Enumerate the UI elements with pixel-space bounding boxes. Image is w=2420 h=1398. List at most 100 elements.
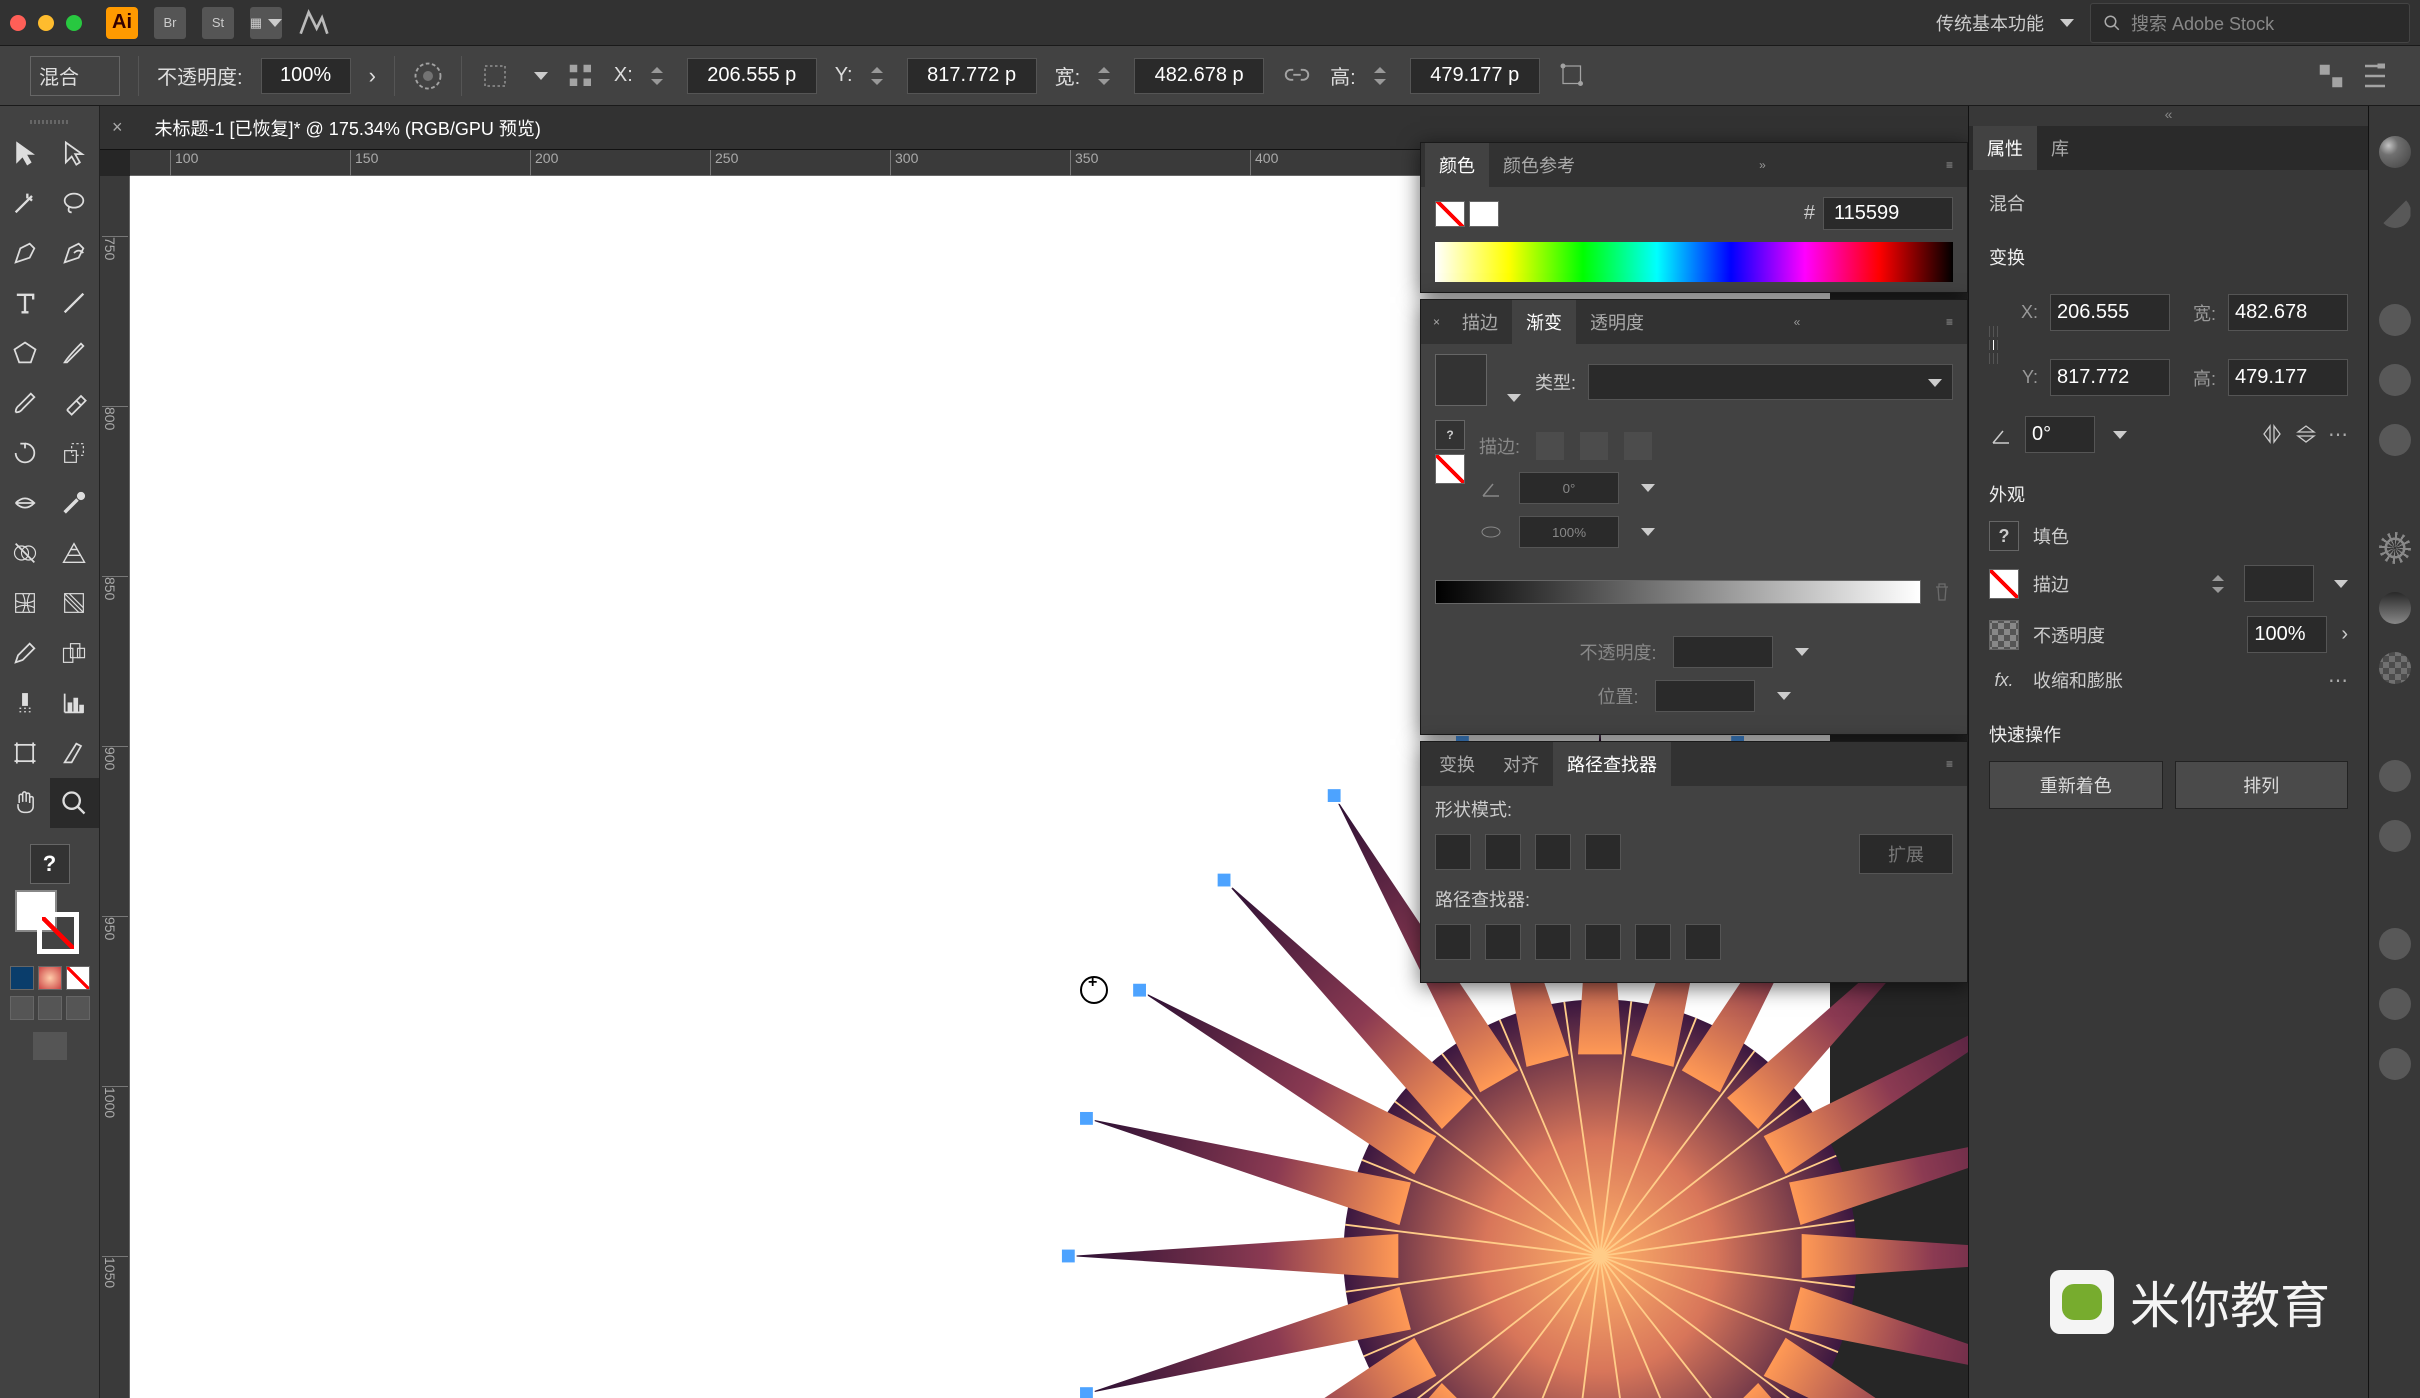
gradient-stroke-none[interactable] xyxy=(1435,454,1465,484)
delete-stop-icon[interactable] xyxy=(1931,581,1953,603)
close-window-button[interactable] xyxy=(10,15,26,31)
gradient-panel-icon[interactable] xyxy=(2379,592,2411,624)
color-spectrum[interactable] xyxy=(1435,242,1953,282)
trim-button[interactable] xyxy=(1485,924,1521,960)
tab-color[interactable]: 颜色 xyxy=(1425,143,1489,187)
free-transform-tool[interactable] xyxy=(50,478,100,528)
angle-chevron-icon[interactable] xyxy=(1641,484,1655,492)
opacity-input[interactable] xyxy=(261,58,351,94)
prop-x-input[interactable] xyxy=(2050,294,2170,331)
stroke-mode-3-icon[interactable] xyxy=(1624,432,1652,460)
stroke-mode-2-icon[interactable] xyxy=(1580,432,1608,460)
lasso-tool[interactable] xyxy=(50,178,100,228)
fx-icon[interactable]: fx. xyxy=(1989,670,2019,691)
stroke-panel-icon[interactable] xyxy=(2379,532,2411,564)
stop-opacity-input[interactable] xyxy=(1673,636,1773,668)
eyedropper-tool[interactable] xyxy=(0,628,50,678)
magic-wand-tool[interactable] xyxy=(0,178,50,228)
artboards-panel-icon[interactable] xyxy=(2379,1048,2411,1080)
prop-angle-input[interactable] xyxy=(2025,416,2095,453)
stroke-swatch[interactable] xyxy=(1989,569,2019,599)
intersect-button[interactable] xyxy=(1535,834,1571,870)
opacity-chevron-icon[interactable]: › xyxy=(2341,623,2348,646)
color-mode-swatches[interactable] xyxy=(10,966,90,990)
bridge-icon[interactable]: Br xyxy=(154,7,186,39)
panel-collapse-icon[interactable]: » xyxy=(1749,158,1776,172)
close-tab-button[interactable]: × xyxy=(100,117,135,138)
hex-input[interactable] xyxy=(1823,197,1953,230)
recolor-button[interactable]: 重新着色 xyxy=(1989,761,2163,809)
gradient-aspect-input[interactable] xyxy=(1519,516,1619,548)
hidden-char-toggle[interactable]: ? xyxy=(30,844,70,884)
tab-properties[interactable]: 属性 xyxy=(1973,126,2037,170)
h-stepper[interactable] xyxy=(1374,58,1392,94)
prop-opacity-input[interactable] xyxy=(2247,616,2327,653)
y-stepper[interactable] xyxy=(871,58,889,94)
expand-button[interactable]: 扩展 xyxy=(1859,834,1953,874)
stock-icon[interactable]: St xyxy=(202,7,234,39)
panel-collapse-icon[interactable]: « xyxy=(1784,315,1811,329)
width-tool[interactable] xyxy=(0,478,50,528)
asset-export-icon[interactable] xyxy=(2379,988,2411,1020)
prefs-icon[interactable] xyxy=(2360,61,2390,91)
eraser-tool[interactable] xyxy=(50,378,100,428)
zoom-tool[interactable] xyxy=(50,778,100,828)
tab-gradient[interactable]: 渐变 xyxy=(1512,300,1576,344)
reference-point-grid[interactable] xyxy=(1989,326,1998,364)
panel-menu-icon[interactable]: ≡ xyxy=(1936,757,1963,771)
artboard-tool[interactable] xyxy=(0,728,50,778)
snap-pixel-icon[interactable] xyxy=(2316,61,2346,91)
brushes-panel-icon[interactable] xyxy=(2379,364,2411,396)
stroke-mode-1-icon[interactable] xyxy=(1536,432,1564,460)
arrange-button[interactable]: 排列 xyxy=(2175,761,2349,809)
panel-menu-icon[interactable]: ≡ xyxy=(1936,315,1963,329)
align-icon[interactable] xyxy=(566,61,596,91)
tab-align[interactable]: 对齐 xyxy=(1489,742,1553,786)
x-stepper[interactable] xyxy=(651,58,669,94)
prop-h-input[interactable] xyxy=(2228,359,2348,396)
swatches-panel-icon[interactable] xyxy=(2379,304,2411,336)
prop-y-input[interactable] xyxy=(2050,359,2170,396)
symbol-spray-tool[interactable] xyxy=(0,678,50,728)
hand-tool[interactable] xyxy=(0,778,50,828)
tab-transform[interactable]: 变换 xyxy=(1425,742,1489,786)
more-appearance-icon[interactable]: ⋯ xyxy=(2328,668,2348,693)
outline-button[interactable] xyxy=(1635,924,1671,960)
flip-h-icon[interactable] xyxy=(2260,422,2284,446)
gradient-menu-chevron-icon[interactable] xyxy=(1507,394,1521,402)
gradient-tool[interactable] xyxy=(50,578,100,628)
mesh-tool[interactable] xyxy=(0,578,50,628)
merge-button[interactable] xyxy=(1535,924,1571,960)
fill-unknown-icon[interactable]: ? xyxy=(1989,521,2019,551)
pen-tool[interactable] xyxy=(0,228,50,278)
screen-mode-icon[interactable] xyxy=(33,1032,67,1060)
panel-collapse-icon[interactable]: « xyxy=(1969,106,2368,126)
rectangle-tool[interactable] xyxy=(0,328,50,378)
search-stock-field[interactable]: 搜索 Adobe Stock xyxy=(2090,3,2410,43)
stop-opacity-chevron-icon[interactable] xyxy=(1795,648,1809,656)
minus-front-button[interactable] xyxy=(1485,834,1521,870)
stop-position-chevron-icon[interactable] xyxy=(1777,692,1791,700)
ruler-vertical[interactable]: 75080085090095010001050 xyxy=(100,176,130,1398)
prop-w-input[interactable] xyxy=(2228,294,2348,331)
shape-builder-tool[interactable] xyxy=(0,528,50,578)
selection-tool[interactable] xyxy=(0,128,50,178)
more-transform-icon[interactable]: ⋯ xyxy=(2328,422,2348,447)
graphic-styles-icon[interactable] xyxy=(2379,820,2411,852)
line-tool[interactable] xyxy=(50,278,100,328)
y-input[interactable] xyxy=(907,58,1037,94)
direct-selection-tool[interactable] xyxy=(50,128,100,178)
gpu-icon[interactable] xyxy=(298,7,330,39)
gradient-fill-unknown[interactable]: ? xyxy=(1435,420,1465,450)
w-input[interactable] xyxy=(1134,58,1264,94)
panel-grip[interactable] xyxy=(0,116,99,128)
arrange-docs-icon[interactable]: ▦ xyxy=(250,7,282,39)
stroke-weight-input[interactable] xyxy=(2244,565,2314,602)
w-stepper[interactable] xyxy=(1098,58,1116,94)
tab-transparency[interactable]: 透明度 xyxy=(1576,300,1658,344)
panel-menu-icon[interactable]: ≡ xyxy=(1936,158,1963,172)
shaper-tool[interactable] xyxy=(0,378,50,428)
stop-position-input[interactable] xyxy=(1655,680,1755,712)
scale-tool[interactable] xyxy=(50,428,100,478)
gradient-preview-swatch[interactable] xyxy=(1435,354,1487,406)
